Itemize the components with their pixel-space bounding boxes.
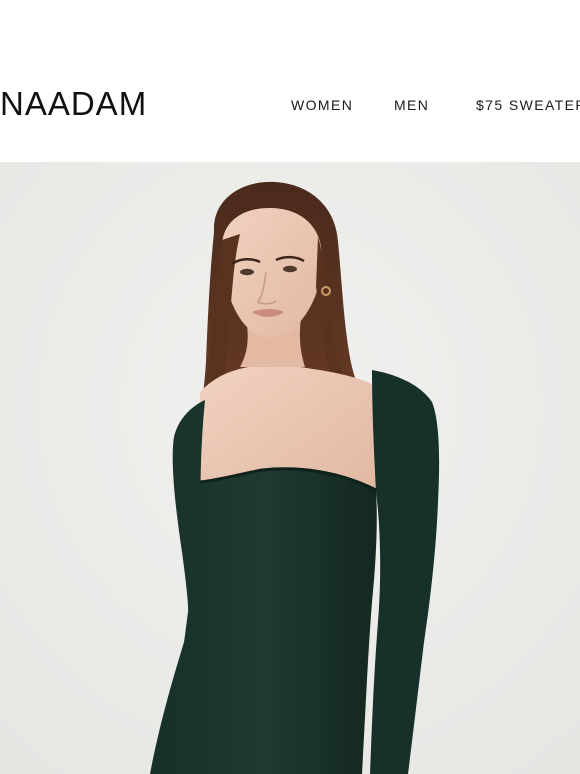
nav-item-75-sweater[interactable]: $75 SWEATER (476, 95, 580, 115)
model-eye-left (240, 268, 254, 276)
hero-banner[interactable] (0, 162, 580, 774)
email-page: NAADAM WOMEN MEN $75 SWEATER (0, 0, 580, 774)
model-eye-right (283, 265, 297, 273)
nav-item-women[interactable]: WOMEN (291, 95, 353, 115)
site-header: NAADAM WOMEN MEN $75 SWEATER (0, 0, 580, 162)
main-nav: WOMEN MEN $75 SWEATER (0, 95, 580, 115)
hero-image (0, 162, 580, 774)
nav-item-men[interactable]: MEN (394, 95, 429, 115)
